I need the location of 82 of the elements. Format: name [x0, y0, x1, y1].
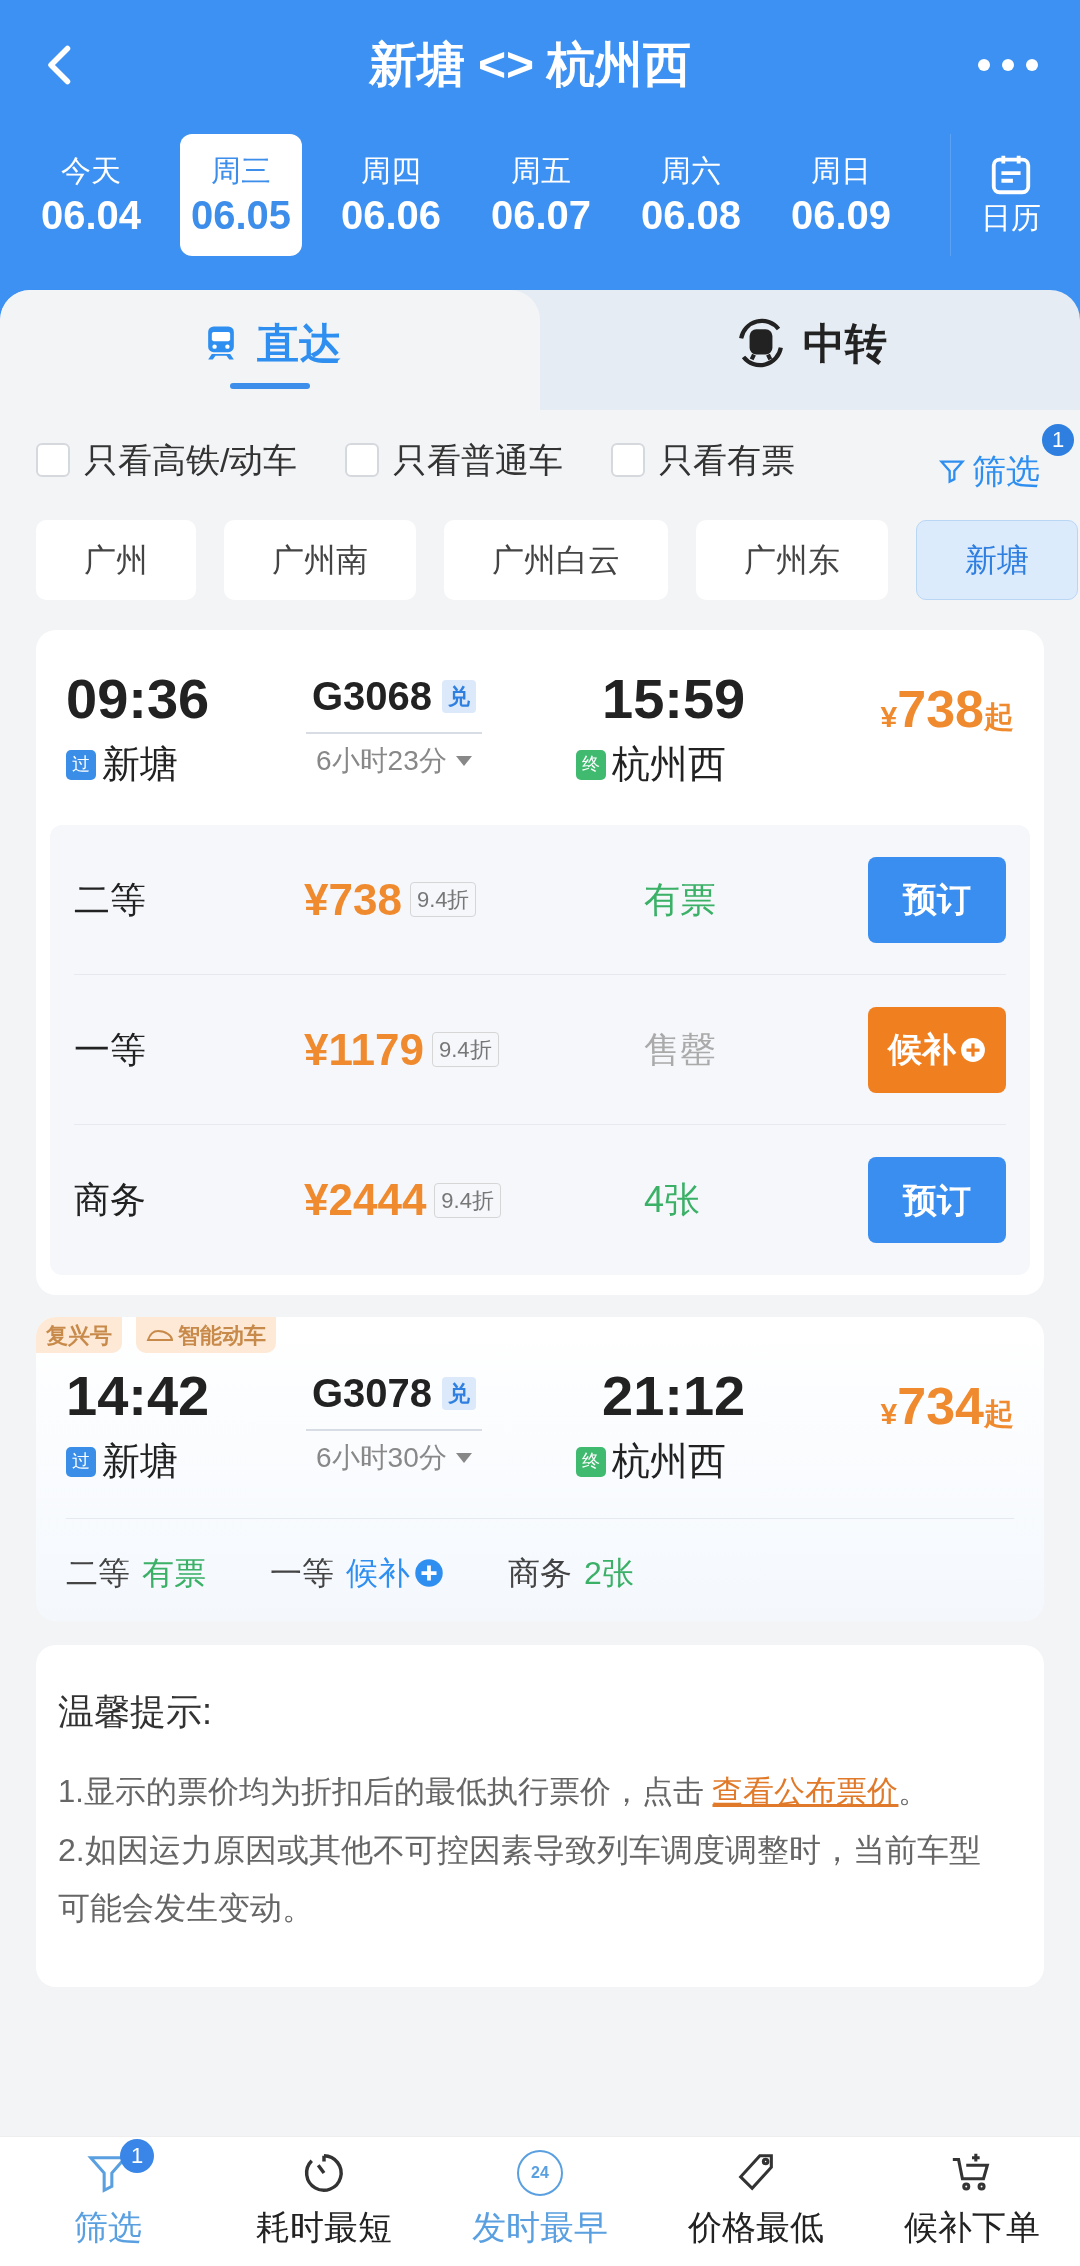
- sort-tab[interactable]: 价格最低: [648, 2138, 864, 2265]
- seat-price: ¥1179: [304, 1023, 424, 1076]
- count-badge: 1: [120, 2138, 154, 2173]
- station-tag: 终: [576, 1446, 606, 1477]
- depart-station: 新塘: [102, 1439, 178, 1484]
- filter-checkbox[interactable]: 只看高铁/动车: [36, 434, 298, 486]
- station-chip[interactable]: 新塘: [916, 520, 1078, 600]
- lowest-price: ¥738起: [880, 679, 1014, 740]
- train-number: G3068: [312, 673, 433, 720]
- published-fares-link[interactable]: 查看公布票价: [712, 1774, 899, 1809]
- station-chip[interactable]: 广州东: [696, 520, 888, 600]
- availability: 2张: [584, 1554, 634, 1593]
- arrive-station: 杭州西: [612, 1439, 726, 1484]
- station-chip[interactable]: 广州白云: [444, 520, 668, 600]
- station-chip[interactable]: 广州: [36, 520, 196, 600]
- route-tab[interactable]: 中转: [540, 290, 1080, 410]
- date-tab[interactable]: 周五 06.07: [480, 134, 602, 256]
- lowest-price: ¥734起: [880, 1376, 1014, 1437]
- availability: 售罄: [644, 1027, 717, 1072]
- dropdown-caret-icon[interactable]: [454, 755, 473, 767]
- seat-class: 一等: [270, 1554, 334, 1593]
- date-tab[interactable]: 周三 06.05: [180, 134, 302, 256]
- train-card[interactable]: 09:36 过 新塘 G3068 兑 6小时23分 15:59 终 杭州西 ¥738起 二等 ¥738 9.4折 有票 预订 一等 ¥1179 9.4折 售罄 候补 商务 ¥2444 9.4折 4张 预订: [36, 630, 1044, 1295]
- calendar-button[interactable]: 日历: [950, 134, 1070, 256]
- sort-tab[interactable]: 筛选 1: [0, 2138, 216, 2265]
- availability: 候补: [346, 1554, 410, 1593]
- arrive-station: 杭州西: [612, 742, 726, 787]
- depart-time: 14:42: [66, 1363, 210, 1429]
- train-tag: 智能动车: [136, 1317, 276, 1353]
- train-tag: 复兴号: [36, 1317, 122, 1353]
- discount-label: 9.4折: [431, 1032, 499, 1067]
- filter-checkbox[interactable]: 只看普通车: [345, 434, 564, 486]
- availability: 4张: [644, 1178, 702, 1222]
- seat-class: 二等: [66, 1554, 130, 1593]
- date-tab[interactable]: 周四 06.06: [330, 134, 452, 256]
- tips-title: 温馨提示:: [58, 1690, 213, 1734]
- page-title: 新塘 <> 杭州西: [368, 37, 692, 93]
- book-button[interactable]: 预订: [868, 1157, 1006, 1243]
- arrive-time: 15:59: [602, 666, 746, 732]
- depart-time: 09:36: [66, 666, 210, 732]
- filter-checkbox[interactable]: 只看有票: [611, 434, 796, 486]
- exchange-badge: 兑: [442, 679, 477, 713]
- depart-station: 新塘: [102, 742, 178, 787]
- train-number: G3078: [312, 1370, 433, 1417]
- plus-circle-icon: [960, 1036, 986, 1063]
- seat-price: ¥738: [304, 873, 402, 926]
- seat-class: 一等: [74, 1027, 147, 1072]
- date-tab[interactable]: 周日 06.09: [780, 134, 902, 256]
- arrive-time: 21:12: [602, 1363, 746, 1429]
- seat-class: 商务: [74, 1178, 147, 1222]
- duration: 6小时23分: [316, 744, 447, 778]
- clock-24-icon: 24: [517, 2150, 563, 2196]
- date-tab[interactable]: 周六 06.08: [630, 134, 752, 256]
- station-tag: 终: [576, 749, 606, 780]
- sort-tab[interactable]: 候补下单: [864, 2138, 1080, 2265]
- sort-tab[interactable]: 24 发时最早: [432, 2138, 648, 2265]
- discount-label: 9.4折: [434, 1182, 501, 1218]
- plus-circle-icon: [414, 1558, 444, 1588]
- date-tab[interactable]: 今天 06.04: [30, 134, 152, 256]
- seat-class: 商务: [508, 1554, 572, 1593]
- availability: 有票: [142, 1554, 206, 1593]
- exchange-badge: 兑: [442, 1376, 477, 1410]
- duration: 6小时30分: [316, 1441, 447, 1475]
- filter-link[interactable]: 筛选 1: [938, 423, 1074, 497]
- tip-text: 2.如因运力原因或其他不可控因素导致列车调度调整时，当前车型可能会发生变动。: [58, 1831, 982, 1928]
- more-icon[interactable]: [976, 57, 1040, 73]
- bullet-train-icon: [146, 1328, 174, 1342]
- seat-class: 二等: [74, 877, 147, 922]
- train-card[interactable]: 复兴号 智能动车 14:42 过 新塘 G3078 兑 6小时30分 21:12 终 杭州西 ¥734起 二等 有票 一等 候补 商务 2张: [36, 1317, 1044, 1621]
- seat-price: ¥2444: [304, 1174, 427, 1226]
- book-button[interactable]: 预订: [868, 856, 1006, 943]
- sort-tab[interactable]: 耗时最短: [216, 2138, 432, 2265]
- dropdown-caret-icon[interactable]: [454, 1452, 473, 1464]
- station-tag: 过: [66, 1446, 96, 1477]
- route-tab[interactable]: 直达: [0, 290, 540, 410]
- discount-label: 9.4折: [409, 882, 477, 917]
- tip-text: 1.显示的票价均为折扣后的最低执行票价，点击 查看公布票价。: [58, 1773, 931, 1811]
- station-tag: 过: [66, 749, 96, 780]
- station-chip[interactable]: 广州南: [224, 520, 416, 600]
- waitlist-button[interactable]: 候补: [868, 1006, 1006, 1093]
- availability: 有票: [644, 877, 717, 922]
- count-badge: 1: [1042, 423, 1074, 456]
